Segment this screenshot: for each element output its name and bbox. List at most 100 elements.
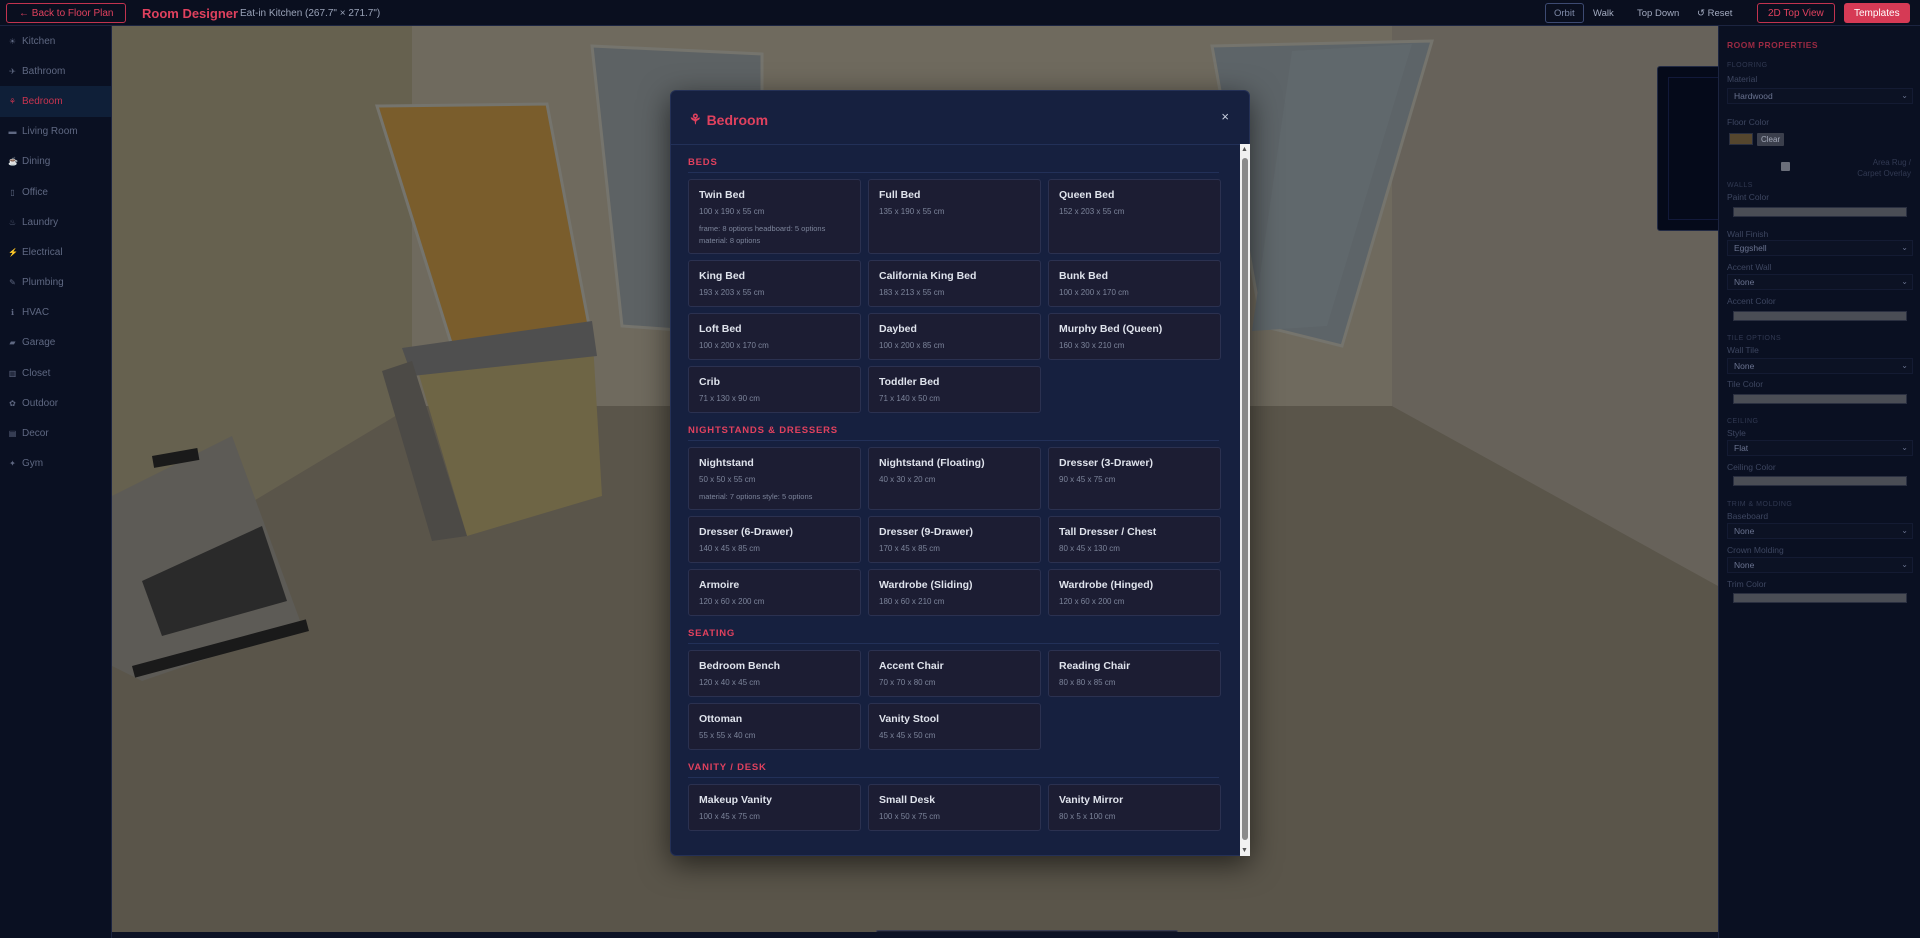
item-card-crib[interactable]: Crib 71 x 130 x 90 cm [688,366,861,413]
item-dims: 80 x 80 x 85 cm [1059,678,1116,687]
item-dims: 80 x 5 x 100 cm [1059,812,1116,821]
item-name: Reading Chair [1059,660,1131,672]
item-card-queen-bed[interactable]: Queen Bed 152 x 203 x 55 cm [1048,179,1221,254]
item-card-vanity-mirror[interactable]: Vanity Mirror 80 x 5 x 100 cm [1048,784,1221,831]
item-card-dresser-3-drawer[interactable]: Dresser (3-Drawer) 90 x 45 x 75 cm [1048,447,1221,510]
item-dims: 71 x 140 x 50 cm [879,394,940,403]
category-title-vanity-desk: VANITY / DESK [688,762,1219,778]
category-title-beds: BEDS [688,157,1219,173]
item-card-makeup-vanity[interactable]: Makeup Vanity 100 x 45 x 75 cm [688,784,861,831]
close-modal-button[interactable]: × [1221,109,1229,124]
item-dims: 45 x 45 x 50 cm [879,731,936,740]
item-card-tall-dresser[interactable]: Tall Dresser / Chest 80 x 45 x 130 cm [1048,516,1221,563]
item-card-toddler-bed[interactable]: Toddler Bed 71 x 140 x 50 cm [868,366,1041,413]
item-dims: 120 x 60 x 200 cm [1059,597,1125,606]
item-name: Dresser (6-Drawer) [699,526,793,538]
item-name: Murphy Bed (Queen) [1059,323,1163,335]
item-card-full-bed[interactable]: Full Bed 135 x 190 x 55 cm [868,179,1041,254]
item-name: Dresser (9-Drawer) [879,526,973,538]
item-name: Accent Chair [879,660,944,672]
item-name: Bedroom Bench [699,660,781,672]
item-name: King Bed [699,270,746,282]
item-card-twin-bed[interactable]: Twin Bed 100 x 190 x 55 cm frame: 8 option… [688,179,861,254]
item-name: Ottoman [699,713,743,725]
item-name: Vanity Stool [879,713,940,725]
scroll-up-arrow-icon[interactable]: ▲ [1241,146,1248,153]
category-title-nightstands-dressers: NIGHTSTANDS & DRESSERS [688,425,1219,441]
item-name: Makeup Vanity [699,794,772,806]
item-dims: 140 x 45 x 85 cm [699,544,760,553]
item-dims: 80 x 45 x 130 cm [1059,544,1120,553]
item-card-daybed[interactable]: Daybed 100 x 200 x 85 cm [868,313,1041,360]
item-name: Nightstand (Floating) [879,457,985,469]
item-card-loft-bed[interactable]: Loft Bed 100 x 200 x 170 cm [688,313,861,360]
item-dims: 40 x 30 x 20 cm [879,475,936,484]
modal-body: BEDS Twin Bed 100 x 190 x 55 cm frame: 8 o… [671,145,1239,855]
scrollbar-thumb[interactable] [1242,158,1248,840]
item-name: Queen Bed [1059,189,1115,201]
item-grid-vanity-desk: Makeup Vanity 100 x 45 x 75 cm Small Desk… [688,784,1221,831]
item-dims: 170 x 45 x 85 cm [879,544,940,553]
item-card-ottoman[interactable]: Ottoman 55 x 55 x 40 cm [688,703,861,750]
item-dims: 120 x 60 x 200 cm [699,597,765,606]
item-options: material: 7 options style: 5 options [699,492,813,501]
item-card-california-king-bed[interactable]: California King Bed 183 x 213 x 55 cm [868,260,1041,307]
item-name: Wardrobe (Sliding) [879,579,973,591]
item-dims: 183 x 213 x 55 cm [879,288,945,297]
item-name: Wardrobe (Hinged) [1059,579,1154,591]
item-name: Loft Bed [699,323,742,335]
item-dims: 100 x 50 x 75 cm [879,812,940,821]
item-dims: 100 x 45 x 75 cm [699,812,760,821]
item-card-bedroom-bench[interactable]: Bedroom Bench 120 x 40 x 45 cm [688,650,861,697]
item-dims: 180 x 60 x 210 cm [879,597,945,606]
item-name: Toddler Bed [879,376,940,388]
item-card-king-bed[interactable]: King Bed 193 x 203 x 55 cm [688,260,861,307]
item-card-dresser-6-drawer[interactable]: Dresser (6-Drawer) 140 x 45 x 85 cm [688,516,861,563]
item-card-bunk-bed[interactable]: Bunk Bed 100 x 200 x 170 cm [1048,260,1221,307]
item-name: Vanity Mirror [1059,794,1124,806]
item-dims: 70 x 70 x 80 cm [879,678,936,687]
item-dims: 90 x 45 x 75 cm [1059,475,1116,484]
modal-header: ⚘ Bedroom × [671,91,1249,145]
item-card-vanity-stool[interactable]: Vanity Stool 45 x 45 x 50 cm [868,703,1041,750]
item-dims: 100 x 200 x 170 cm [699,341,769,350]
item-name: Nightstand [699,457,754,469]
item-card-small-desk[interactable]: Small Desk 100 x 50 x 75 cm [868,784,1041,831]
item-dims: 50 x 50 x 55 cm [699,475,756,484]
modal-scrollbar[interactable]: ▲ ▼ [1240,144,1250,856]
item-dims: 100 x 200 x 85 cm [879,341,945,350]
item-card-wardrobe-hinged[interactable]: Wardrobe (Hinged) 120 x 60 x 200 cm [1048,569,1221,616]
item-card-armoire[interactable]: Armoire 120 x 60 x 200 cm [688,569,861,616]
item-name: California King Bed [879,270,977,282]
item-name: Daybed [879,323,917,335]
item-name: Small Desk [879,794,936,806]
item-name: Twin Bed [699,189,745,201]
modal-overlay: ⚘ Bedroom × BEDS Twin Bed 100 x 190 x 55 … [0,0,1920,938]
item-grid-nightstands-dressers: Nightstand 50 x 50 x 55 cm material: 7 opt… [688,447,1221,616]
item-card-murphy-bed[interactable]: Murphy Bed (Queen) 160 x 30 x 210 cm [1048,313,1221,360]
item-card-accent-chair[interactable]: Accent Chair 70 x 70 x 80 cm [868,650,1041,697]
item-dims: 120 x 40 x 45 cm [699,678,760,687]
item-card-nightstand[interactable]: Nightstand 50 x 50 x 55 cm material: 7 opt… [688,447,861,510]
item-dims: 160 x 30 x 210 cm [1059,341,1125,350]
item-name: Bunk Bed [1059,270,1109,282]
item-dims: 100 x 190 x 55 cm [699,207,765,216]
modal-title: ⚘ Bedroom [689,111,768,128]
item-dims: 100 x 200 x 170 cm [1059,288,1129,297]
scroll-down-arrow-icon[interactable]: ▼ [1241,847,1248,854]
item-card-dresser-9-drawer[interactable]: Dresser (9-Drawer) 170 x 45 x 85 cm [868,516,1041,563]
item-card-nightstand-floating[interactable]: Nightstand (Floating) 40 x 30 x 20 cm [868,447,1041,510]
item-name: Full Bed [879,189,921,201]
item-name: Armoire [699,579,740,591]
item-dims: 193 x 203 x 55 cm [699,288,765,297]
item-dims: 71 x 130 x 90 cm [699,394,760,403]
bed-icon: ⚘ [689,111,702,127]
item-card-wardrobe-sliding[interactable]: Wardrobe (Sliding) 180 x 60 x 210 cm [868,569,1041,616]
bedroom-catalog-modal: ⚘ Bedroom × BEDS Twin Bed 100 x 190 x 55 … [670,90,1250,856]
item-grid-seating: Bedroom Bench 120 x 40 x 45 cm Accent Cha… [688,650,1221,750]
item-dims: 135 x 190 x 55 cm [879,207,945,216]
item-card-reading-chair[interactable]: Reading Chair 80 x 80 x 85 cm [1048,650,1221,697]
item-name: Dresser (3-Drawer) [1059,457,1153,469]
item-dims: 152 x 203 x 55 cm [1059,207,1125,216]
item-dims: 55 x 55 x 40 cm [699,731,756,740]
